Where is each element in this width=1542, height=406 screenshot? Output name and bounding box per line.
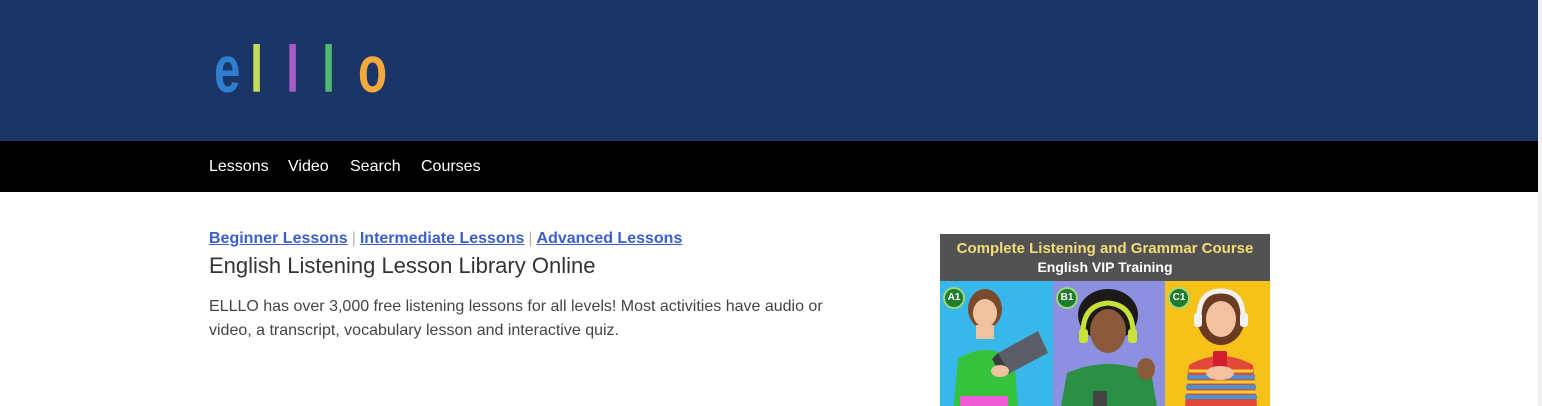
course-ad-banner[interactable]: Complete Listening and Grammar Course En… (940, 234, 1270, 406)
ad-title: Complete Listening and Grammar Course (956, 240, 1254, 257)
link-separator: | (351, 230, 356, 247)
nav-lessons[interactable]: Lessons (209, 157, 269, 177)
level-badge: B1 (1056, 287, 1078, 309)
nav-video[interactable]: Video (288, 157, 329, 177)
ad-panel-a1: A1 (940, 281, 1053, 406)
intermediate-lessons-link[interactable]: Intermediate Lessons (360, 230, 525, 247)
ad-panel-c1: C1 (1165, 281, 1270, 406)
intro-text: ELLLO has over 3,000 free listening less… (209, 298, 823, 339)
ad-header: Complete Listening and Grammar Course En… (940, 234, 1270, 281)
advanced-lessons-link[interactable]: Advanced Lessons (537, 230, 683, 247)
beginner-lessons-link[interactable]: Beginner Lessons (209, 230, 348, 247)
level-badge: A1 (943, 287, 965, 309)
level-badge: C1 (1168, 287, 1190, 309)
main-nav: Lessons Video Search Courses (0, 141, 1538, 192)
ellllo-logo[interactable]: e l l l o (214, 32, 394, 106)
page: e l l l o Lessons Video Search Courses B… (0, 0, 1542, 406)
logo-letter: l (286, 32, 299, 106)
ad-panel-b1: B1 (1053, 281, 1165, 406)
scrollbar-track[interactable] (1538, 0, 1542, 406)
logo-letter: e (214, 32, 240, 106)
link-separator: | (528, 230, 533, 247)
nav-courses[interactable]: Courses (421, 157, 481, 177)
level-links: Beginner Lessons | Intermediate Lessons | Ad… (209, 229, 682, 249)
site-header: e l l l o (0, 0, 1538, 141)
ad-subtitle: English VIP Training (1037, 259, 1173, 275)
logo-letter: l (322, 32, 335, 106)
nav-search[interactable]: Search (350, 157, 401, 177)
page-title: English Listening Lesson Library Online (209, 253, 596, 278)
logo-letter: o (358, 32, 387, 106)
logo-letter: l (250, 32, 263, 106)
